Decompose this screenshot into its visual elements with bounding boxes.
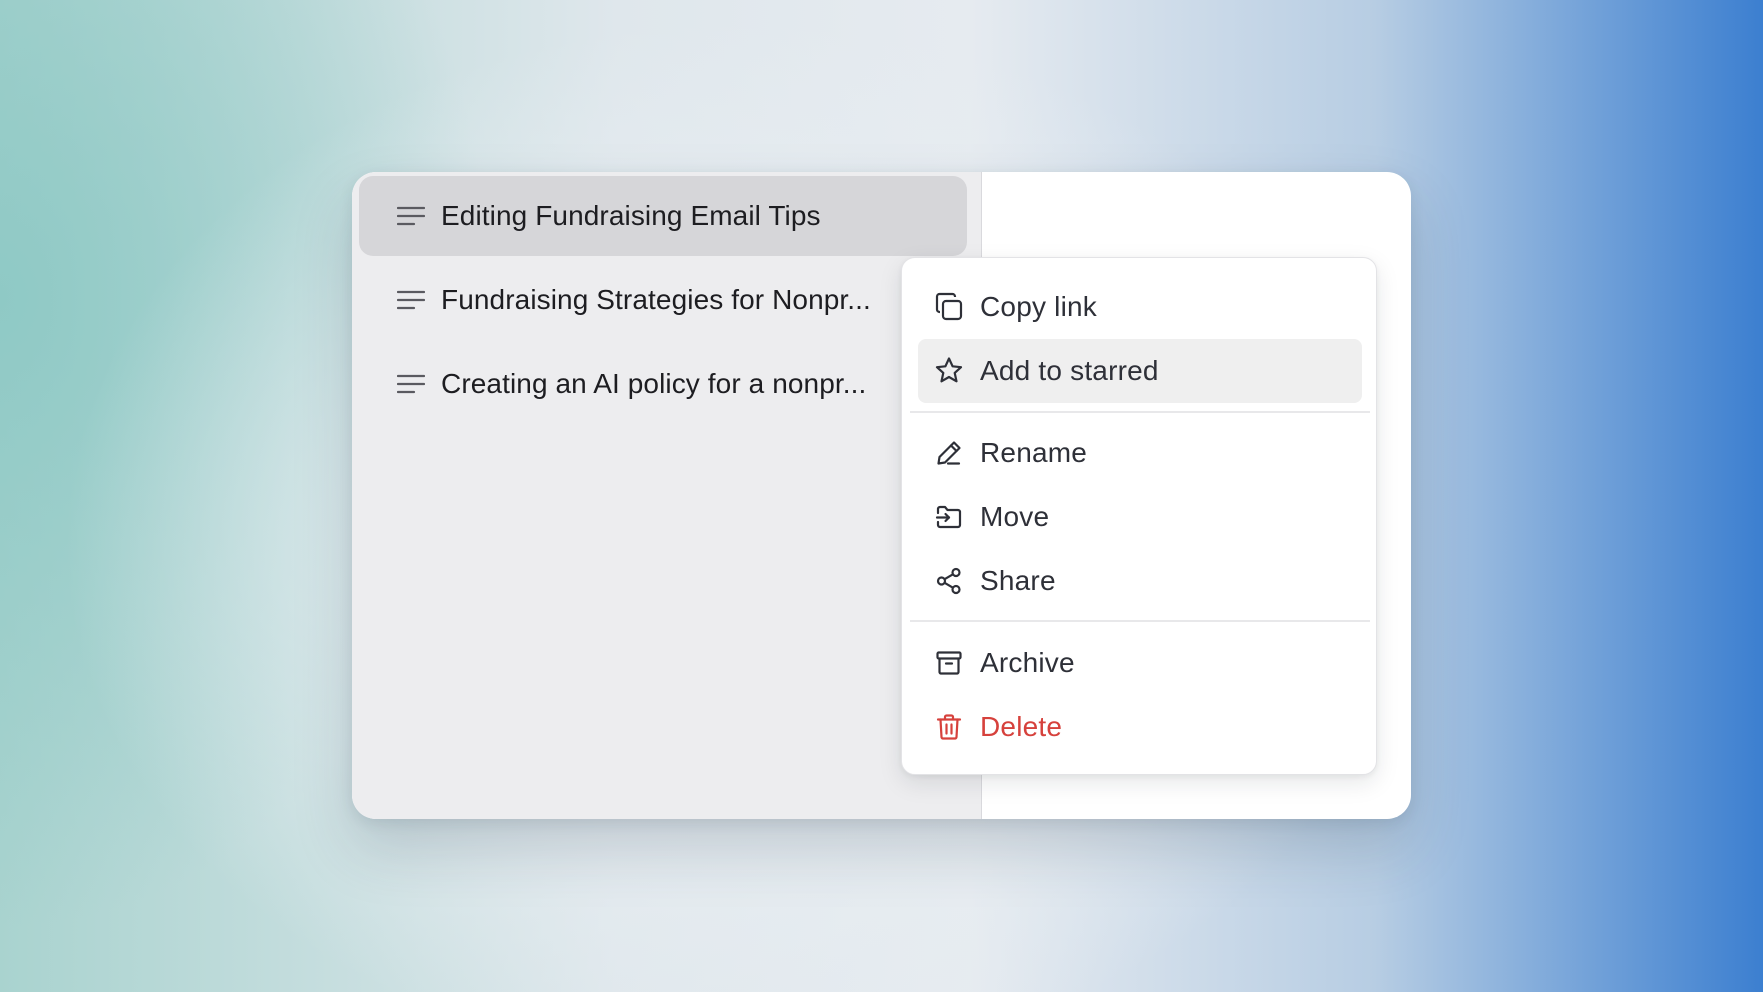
move-icon [932,500,966,534]
add-to-starred-menu-item[interactable]: Add to starred [918,339,1362,403]
share-menu-item[interactable]: Share [918,549,1362,613]
menu-item-label: Move [980,501,1050,532]
menu-item-label: Add to starred [980,355,1159,386]
trash-icon [932,710,966,744]
star-icon [932,354,966,388]
menu-divider [910,620,1370,622]
sidebar-item-fundraising-strategies[interactable]: Fundraising Strategies for Nonpr... [359,260,967,340]
copy-icon [932,290,966,324]
rename-menu-item[interactable]: Rename [918,421,1362,485]
menu-divider [910,411,1370,413]
sidebar-item-label: Creating an AI policy for a nonpr... [441,368,867,399]
text-lines-icon [397,373,425,395]
move-menu-item[interactable]: Move [918,485,1362,549]
copy-link-menu-item[interactable]: Copy link [918,275,1362,339]
text-lines-icon [397,289,425,311]
menu-item-label: Share [980,565,1056,596]
menu-item-label: Delete [980,711,1063,742]
pencil-icon [932,436,966,470]
context-menu: Copy link Add to starred Rename Move Sha… [901,257,1377,775]
sidebar-item-creating-ai-policy[interactable]: Creating an AI policy for a nonpr... [359,344,967,424]
menu-item-label: Rename [980,437,1088,468]
sidebar-item-label: Editing Fundraising Email Tips [441,200,821,231]
archive-icon [932,646,966,680]
share-icon [932,564,966,598]
text-lines-icon [397,205,425,227]
archive-menu-item[interactable]: Archive [918,631,1362,695]
sidebar: Editing Fundraising Email Tips Fundraisi… [352,172,982,819]
delete-menu-item[interactable]: Delete [918,695,1362,759]
sidebar-item-label: Fundraising Strategies for Nonpr... [441,284,871,315]
menu-item-label: Archive [980,647,1075,678]
sidebar-item-editing-fundraising-email-tips[interactable]: Editing Fundraising Email Tips [359,176,967,256]
menu-item-label: Copy link [980,291,1097,322]
